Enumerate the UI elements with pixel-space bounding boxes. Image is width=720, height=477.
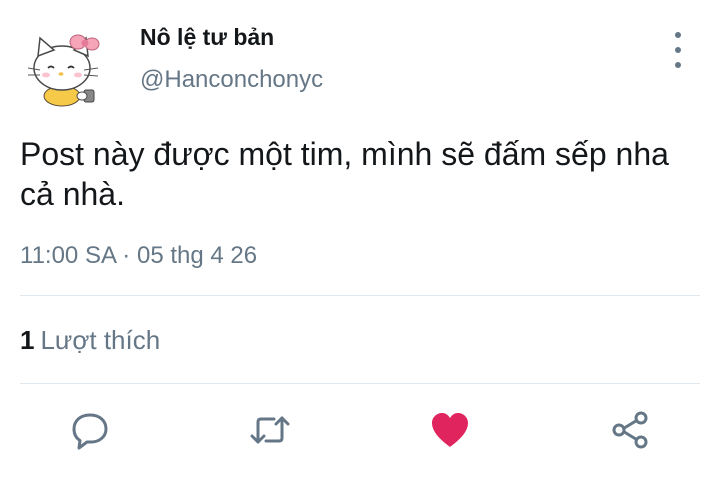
more-options-button[interactable]	[664, 32, 692, 68]
reply-button[interactable]	[68, 408, 112, 452]
divider	[20, 383, 700, 384]
more-dot	[675, 47, 681, 53]
heart-icon	[432, 413, 468, 447]
retweet-button[interactable]	[248, 408, 292, 452]
likes-stat[interactable]: 1 Lượt thích	[20, 325, 160, 356]
like-label: Lượt thích	[40, 325, 161, 355]
share-icon	[612, 411, 648, 449]
display-name[interactable]: Nô lệ tư bản	[140, 24, 274, 51]
like-button[interactable]	[428, 408, 472, 452]
reply-icon	[72, 413, 108, 450]
user-handle[interactable]: @Hanconchonyc	[140, 66, 323, 94]
like-count: 1	[20, 325, 35, 355]
tweet-card: Nô lệ tư bản @Hanconchonyc Post này được…	[0, 0, 720, 477]
retweet-icon	[250, 416, 290, 444]
more-dot	[675, 62, 681, 68]
avatar[interactable]	[20, 20, 112, 112]
share-button[interactable]	[608, 408, 652, 452]
divider	[20, 295, 700, 296]
tweet-timestamp[interactable]: 11:00 SA · 05 thg 4 26	[20, 242, 257, 270]
hello-kitty-avatar-icon	[27, 34, 100, 107]
tweet-text: Post này được một tim, mình sẽ đấm sếp n…	[20, 136, 669, 212]
more-vertical-icon	[675, 32, 681, 38]
